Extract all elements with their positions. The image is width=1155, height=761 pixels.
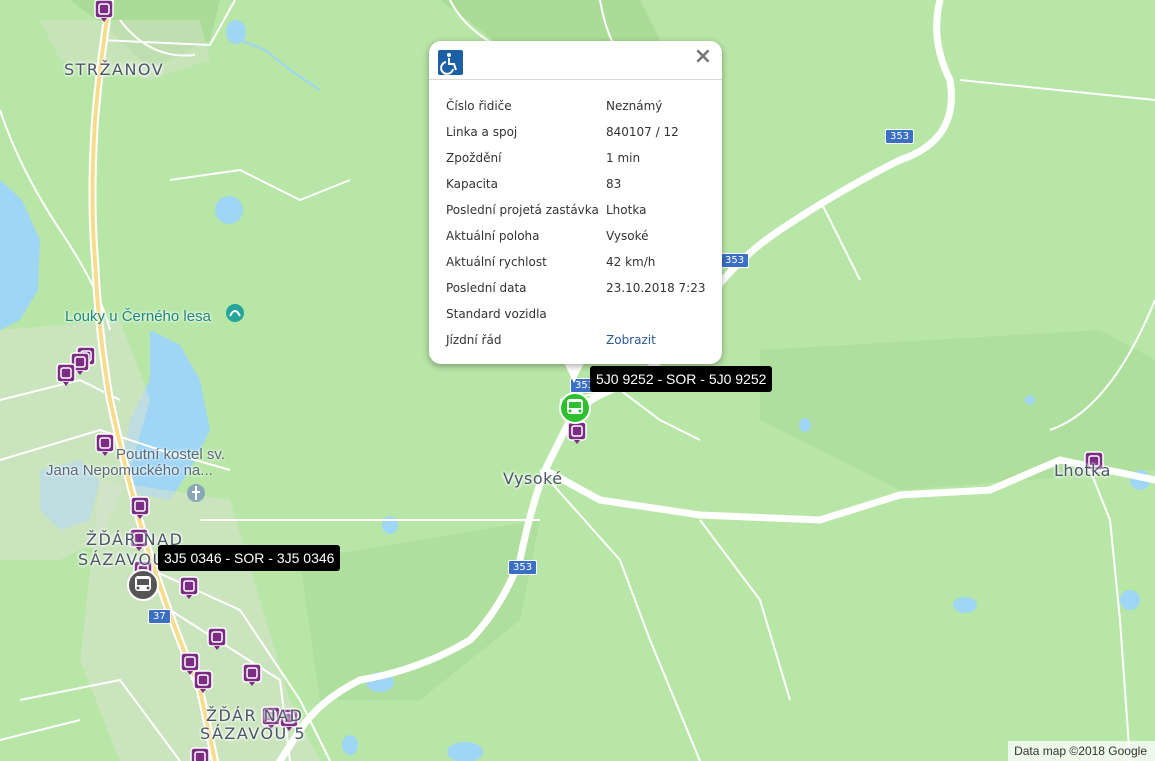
pond <box>215 196 243 224</box>
timetable-link[interactable]: Zobrazit <box>606 333 656 347</box>
info-row-vehicle-standard: Standard vozidla <box>446 307 547 321</box>
pond <box>342 735 358 755</box>
vehicle-label-active[interactable]: 5J0 9252 - SOR - 5J0 9252 <box>590 366 773 392</box>
pond <box>799 418 811 432</box>
info-row-last-data: Poslední data 23.10.2018 7:23 <box>446 281 706 295</box>
popup-tail <box>564 363 584 383</box>
bus-stop-icon[interactable] <box>130 496 150 519</box>
place-label-vysoke: Vysoké <box>503 469 563 488</box>
place-label-lhotka: Lhotka <box>1054 461 1111 480</box>
bus-stop-icon[interactable] <box>567 421 587 444</box>
bus-stop-icon[interactable] <box>179 576 199 599</box>
road-badge-37: 37 <box>148 609 171 624</box>
place-label-zdar-nad-sazavou-5: SÁZAVOU 5 <box>200 724 307 743</box>
close-icon[interactable]: × <box>692 46 714 68</box>
info-row-capacity: Kapacita 83 <box>446 177 622 191</box>
info-row-line: Linka a spoj 840107 / 12 <box>446 125 679 139</box>
vehicle-info-table: Číslo řidiče Neznámý Linka a spoj 840107 /… <box>446 93 716 353</box>
bus-stop-icon[interactable] <box>207 627 227 650</box>
info-row-last-stop: Poslední projetá zastávka Lhotka <box>446 203 647 217</box>
road-badge-353: 353 <box>720 253 750 268</box>
place-label-zdar-nad-sazavou: SÁZAVOU <box>78 550 166 569</box>
poi-label-church: Poutní kostel sv. <box>116 446 225 463</box>
pond <box>382 516 398 534</box>
bus-stop-icon[interactable] <box>190 747 210 761</box>
poi-label-louky: Louky u Černého lesa <box>65 308 211 325</box>
info-row-position: Aktuální poloha Vysoké <box>446 229 649 243</box>
popup-header: × <box>429 41 722 80</box>
church-icon <box>187 484 205 502</box>
road-badge-353: 353 <box>885 129 915 144</box>
bus-stop-icon[interactable] <box>95 433 115 456</box>
pond <box>1120 590 1140 610</box>
inactive-bus-marker[interactable] <box>127 569 159 601</box>
active-bus-marker[interactable] <box>559 392 591 424</box>
vehicle-info-popup: × Číslo řidiče Neznámý Linka a spoj 840107… <box>429 41 722 364</box>
place-label-strzanov: STRŽANOV <box>64 60 165 79</box>
info-row-speed: Aktuální rychlost 42 km/h <box>446 255 656 269</box>
vehicle-label-inactive[interactable]: 3J5 0346 - SOR - 3J5 0346 <box>158 545 341 571</box>
bus-stop-icon[interactable] <box>193 670 213 693</box>
bus-stop-icon[interactable] <box>56 363 76 386</box>
info-row-driver: Číslo řidiče Neznámý <box>446 99 663 113</box>
info-row-delay: Zpoždění 1 min <box>446 151 641 165</box>
pond <box>1025 395 1035 405</box>
place-label-zdar-nad-sazavou-5: ŽĎÁR NAD <box>206 706 304 725</box>
road-badge-353: 353 <box>508 560 538 575</box>
pond <box>953 597 977 613</box>
wheelchair-icon <box>438 50 463 75</box>
bus-stop-icon[interactable] <box>94 0 114 22</box>
map-attribution: Data map ©2018 Google <box>1008 741 1155 761</box>
info-row-timetable: Jízdní řád Zobrazit <box>446 333 656 347</box>
park-icon <box>226 304 244 322</box>
poi-label-church: Jana Nepomuckého na... <box>46 462 213 479</box>
bus-stop-icon[interactable] <box>242 663 262 686</box>
